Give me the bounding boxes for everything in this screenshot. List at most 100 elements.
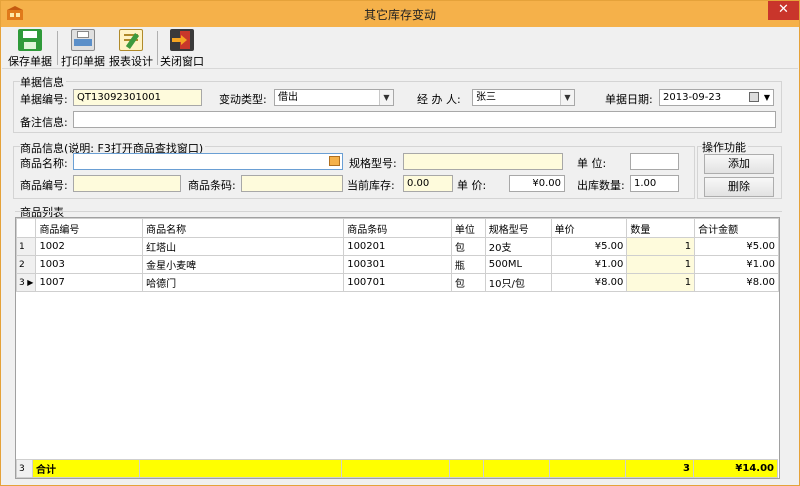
product-name-field[interactable]: [73, 153, 343, 170]
cell-total[interactable]: ¥8.00: [694, 273, 779, 292]
table-row[interactable]: 2 1003 金星小麦啤 100301 瓶 500ML ¥1.00 1 ¥1.0…: [16, 255, 779, 274]
cell-unit[interactable]: 瓶: [450, 255, 486, 274]
product-name-label: 商品名称:: [20, 157, 68, 170]
column-header[interactable]: 数量: [626, 218, 696, 238]
cell-unit[interactable]: 包: [450, 273, 486, 292]
unit-field[interactable]: [630, 153, 679, 170]
cell-total[interactable]: ¥1.00: [694, 255, 779, 274]
cell-code[interactable]: 1002: [35, 237, 144, 256]
report-design-button-label: 报表设计: [109, 55, 153, 68]
cell-qty[interactable]: 1: [626, 273, 696, 292]
chevron-down-icon[interactable]: ▼: [560, 90, 574, 105]
cell-qty[interactable]: 1: [626, 255, 696, 274]
totals-empty-cell: [483, 459, 550, 478]
column-header[interactable]: 商品编号: [35, 218, 144, 238]
exit-icon: [170, 29, 194, 51]
actions-section-label: 操作功能: [702, 139, 748, 155]
close-form-button[interactable]: 关闭窗口: [160, 29, 204, 69]
window-title: 其它库存变动: [363, 8, 436, 22]
cell-barcode[interactable]: 100201: [343, 237, 452, 256]
spec-field[interactable]: [403, 153, 563, 170]
row-index: 1: [16, 237, 37, 256]
product-code-label: 商品编号:: [20, 179, 68, 192]
report-design-button[interactable]: 报表设计: [108, 29, 154, 69]
column-header[interactable]: 商品条码: [343, 218, 452, 238]
close-form-button-label: 关闭窗口: [160, 55, 204, 68]
doc-no-field[interactable]: QT13092301001: [73, 89, 202, 106]
change-type-value: 借出: [278, 92, 298, 103]
change-type-select[interactable]: 借出 ▼: [274, 89, 394, 106]
product-table: 商品编号 商品名称 商品条码 单位 规格型号 单价 数量 合计金额 1 1002…: [16, 218, 779, 292]
save-button[interactable]: 保存单据: [6, 29, 54, 69]
product-lookup-icon[interactable]: [329, 156, 340, 166]
column-header[interactable]: 商品名称: [142, 218, 345, 238]
cell-spec[interactable]: 10只/包: [484, 273, 552, 292]
totals-empty-cell: [449, 459, 484, 478]
stock-field: 0.00: [403, 175, 453, 192]
cell-name[interactable]: 红塔山: [142, 237, 345, 256]
cell-spec[interactable]: 500ML: [484, 255, 552, 274]
cell-name[interactable]: 哈德门: [142, 273, 345, 292]
cell-unit[interactable]: 包: [450, 237, 486, 256]
cell-barcode[interactable]: 100701: [343, 273, 452, 292]
column-header[interactable]: 单位: [450, 218, 486, 238]
doc-info-section-label: 单据信息: [20, 74, 66, 90]
totals-label: 合计: [32, 459, 140, 478]
chevron-down-icon[interactable]: ▼: [764, 90, 770, 105]
cell-name[interactable]: 金星小麦啤: [142, 255, 345, 274]
table-row[interactable]: 1 1002 红塔山 100201 包 20支 ¥5.00 1 ¥5.00: [16, 237, 779, 256]
stock-label: 当前库存:: [347, 179, 395, 192]
totals-empty-cell: [549, 459, 626, 478]
cell-price[interactable]: ¥1.00: [550, 255, 628, 274]
cell-price[interactable]: ¥8.00: [550, 273, 628, 292]
handler-select[interactable]: 张三 ▼: [472, 89, 575, 106]
cell-code[interactable]: 1003: [35, 255, 144, 274]
cell-code[interactable]: 1007: [35, 273, 144, 292]
remark-field[interactable]: [73, 111, 776, 128]
column-header[interactable]: 合计金额: [694, 218, 779, 238]
out-qty-label: 出库数量:: [577, 179, 625, 192]
column-header[interactable]: 单价: [550, 218, 628, 238]
title-bar: 其它库存变动 ✕: [1, 1, 799, 27]
totals-qty: 3: [625, 459, 694, 478]
cell-spec[interactable]: 20支: [484, 237, 552, 256]
divider: [15, 211, 782, 212]
print-button[interactable]: 打印单据: [60, 29, 106, 69]
totals-empty-cell: [139, 459, 342, 478]
spec-label: 规格型号:: [349, 157, 397, 170]
totals-table: 3 合计 3 ¥14.00: [16, 459, 778, 478]
close-window-button[interactable]: ✕: [768, 1, 799, 20]
toolbar: 保存单据 打印单据 报表设计 关闭窗口: [2, 27, 798, 69]
row-index: 2: [16, 255, 37, 274]
print-button-label: 打印单据: [61, 55, 105, 68]
chevron-down-icon[interactable]: ▼: [379, 90, 393, 105]
change-type-label: 变动类型:: [219, 93, 267, 106]
cell-qty[interactable]: 1: [626, 237, 696, 256]
add-button[interactable]: 添加: [704, 154, 774, 174]
table-header-row: 商品编号 商品名称 商品条码 单位 规格型号 单价 数量 合计金额: [16, 218, 779, 238]
delete-button[interactable]: 删除: [704, 177, 774, 197]
cell-total[interactable]: ¥5.00: [694, 237, 779, 256]
print-icon: [71, 29, 95, 51]
product-grid[interactable]: 商品编号 商品名称 商品条码 单位 规格型号 单价 数量 合计金额 1 1002…: [15, 217, 780, 479]
cell-barcode[interactable]: 100301: [343, 255, 452, 274]
unit-label: 单 位:: [577, 157, 607, 170]
date-value: 2013-09-23: [663, 92, 722, 103]
price-field[interactable]: ¥0.00: [509, 175, 565, 192]
handler-value: 张三: [476, 92, 496, 103]
column-header[interactable]: 规格型号: [484, 218, 552, 238]
report-design-icon: [119, 29, 143, 51]
totals-empty-cell: [341, 459, 450, 478]
current-row-arrow-icon: ▶: [24, 277, 34, 287]
toolbar-separator: [157, 31, 158, 65]
product-code-field[interactable]: [73, 175, 181, 192]
table-row[interactable]: 3 ▶ 1007 哈德门 100701 包 10只/包 ¥8.00 1 ¥8.0…: [16, 273, 779, 292]
calendar-icon[interactable]: [749, 92, 759, 102]
barcode-label: 商品条码:: [188, 179, 236, 192]
totals-row: 3 合计 3 ¥14.00: [16, 459, 778, 478]
date-picker[interactable]: 2013-09-23 ▼: [659, 89, 774, 106]
out-qty-field[interactable]: 1.00: [630, 175, 679, 192]
row-header-corner: [16, 218, 37, 238]
cell-price[interactable]: ¥5.00: [550, 237, 628, 256]
barcode-field[interactable]: [241, 175, 343, 192]
